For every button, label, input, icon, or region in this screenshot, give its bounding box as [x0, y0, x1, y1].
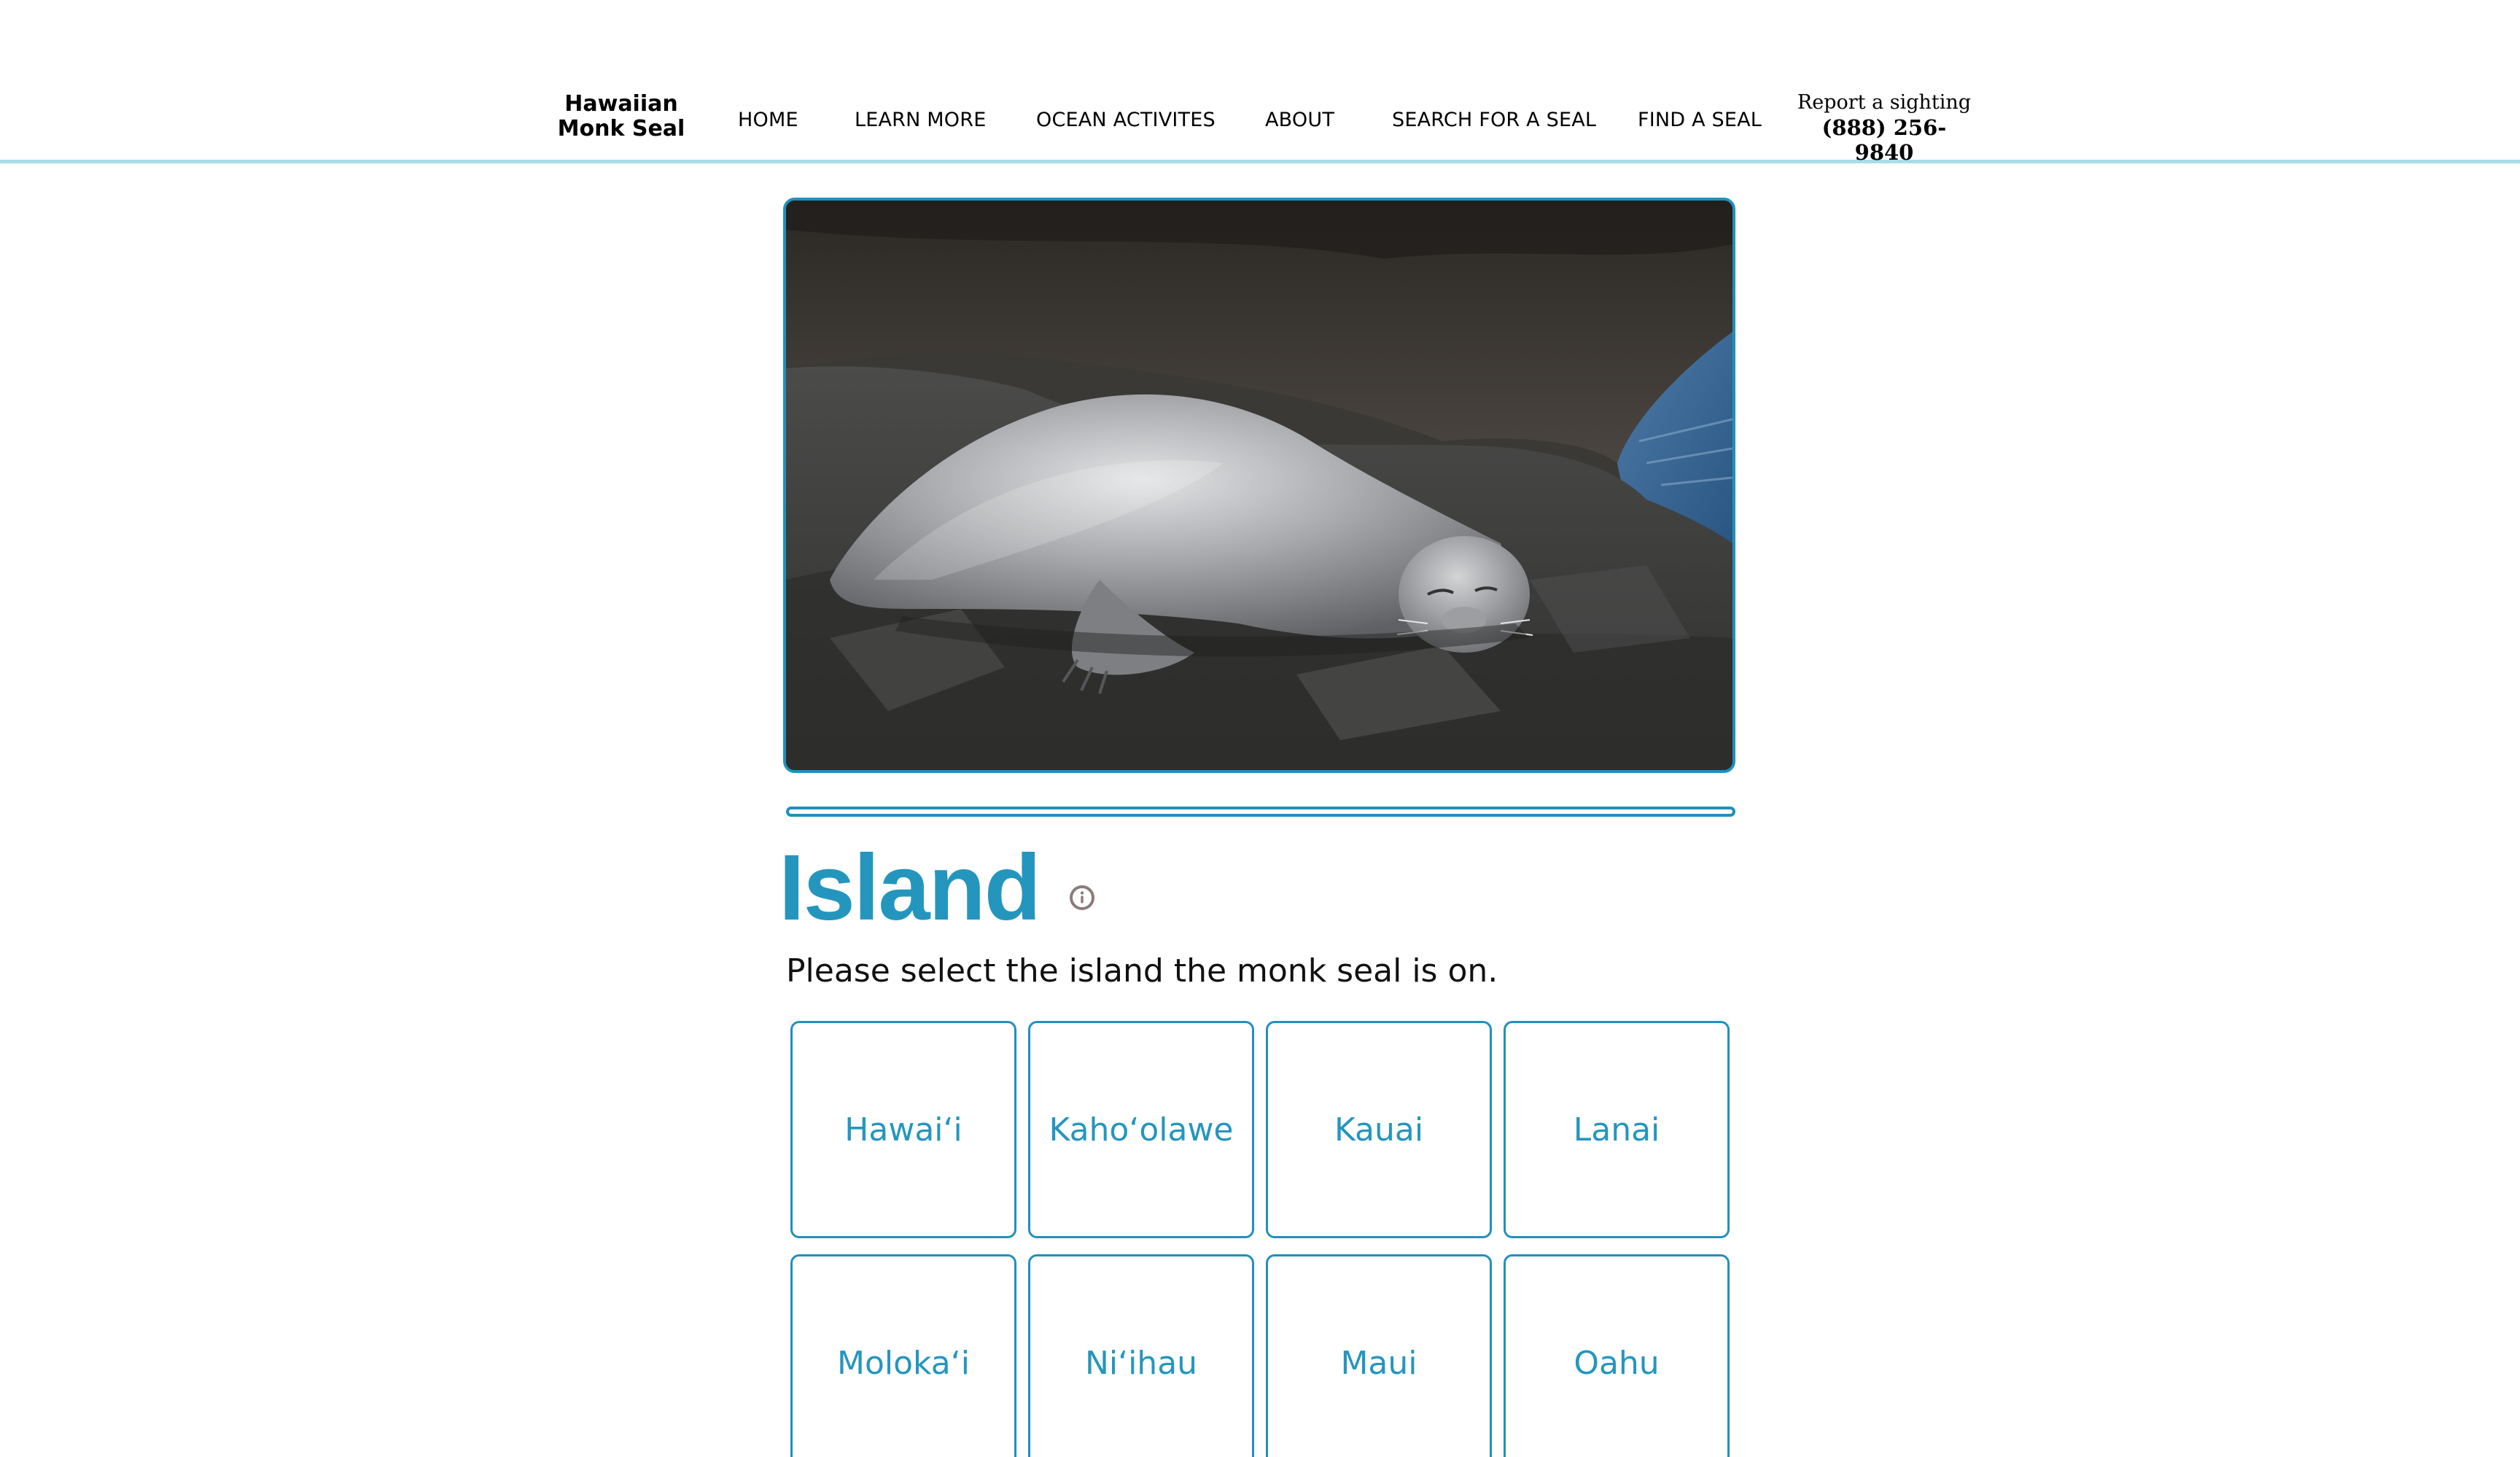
report-sighting-label: Report a sighting — [1797, 91, 1972, 114]
nav-about[interactable]: ABOUT — [1265, 106, 1334, 135]
nav-ocean-activites[interactable]: OCEAN ACTIVITES — [1036, 106, 1216, 135]
option-kauai[interactable]: Kauai — [1266, 1021, 1492, 1238]
question-title: Island — [779, 836, 1041, 940]
site-header: Hawaiian Monk Seal HOME LEARN MORE OCEAN… — [0, 0, 2520, 165]
option-niihau[interactable]: Ni‘ihau — [1028, 1254, 1254, 1457]
option-label: Lanai — [1573, 1111, 1660, 1149]
option-label: Kaho‘olawe — [1049, 1111, 1234, 1149]
progress-bar — [786, 807, 1735, 817]
seal-photo — [783, 198, 1735, 773]
option-label: Moloka‘i — [837, 1344, 970, 1382]
page: Hawaiian Monk Seal HOME LEARN MORE OCEAN… — [0, 0, 2520, 1457]
option-oahu[interactable]: Oahu — [1504, 1254, 1730, 1457]
seal-photo-image — [786, 201, 1732, 770]
nav-search-for-a-seal[interactable]: SEARCH FOR A SEAL — [1392, 106, 1596, 135]
option-label: Oahu — [1574, 1344, 1660, 1382]
option-molokai[interactable]: Moloka‘i — [790, 1254, 1016, 1457]
option-label: Hawai‘i — [844, 1111, 962, 1149]
option-hawaii[interactable]: Hawai‘i — [790, 1021, 1016, 1238]
option-label: Maui — [1340, 1344, 1418, 1382]
nav-learn-more[interactable]: LEARN MORE — [855, 106, 986, 135]
option-label: Kauai — [1334, 1111, 1424, 1149]
option-kahoolawe[interactable]: Kaho‘olawe — [1028, 1021, 1254, 1238]
report-sighting-phone: (888) 256-9840 — [1821, 115, 1947, 165]
nav-find-a-seal[interactable]: FIND A SEAL — [1638, 106, 1762, 135]
report-sighting-link[interactable]: Report a sighting (888) 256-9840 — [1797, 90, 1972, 165]
question-description: Please select the island the monk seal i… — [786, 952, 1498, 990]
option-lanai[interactable]: Lanai — [1504, 1021, 1730, 1238]
option-label: Ni‘ihau — [1084, 1344, 1198, 1382]
option-maui[interactable]: Maui — [1266, 1254, 1492, 1457]
main-nav: HOME LEARN MORE OCEAN ACTIVITES ABOUT SE… — [0, 106, 2520, 135]
nav-home[interactable]: HOME — [738, 106, 798, 135]
info-icon[interactable] — [1069, 885, 1095, 911]
